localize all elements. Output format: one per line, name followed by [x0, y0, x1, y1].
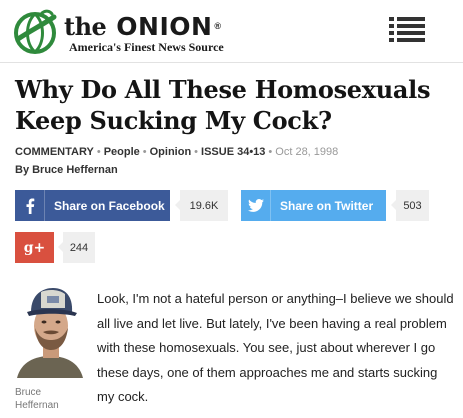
googleplus-share-count: 244 [58, 232, 95, 263]
meta-separator: • [194, 146, 199, 158]
facebook-share-count: 19.6K [175, 190, 228, 221]
hamburger-menu-icon[interactable] [389, 17, 425, 43]
google-plus-icon: g+ [24, 240, 46, 256]
meta-separator: • [96, 146, 101, 158]
registered-mark: ® [214, 21, 221, 31]
logo-word-the: the [64, 12, 107, 41]
category-link-opinion[interactable]: Opinion [150, 146, 192, 158]
share-twitter-label: Share on Twitter [280, 198, 374, 213]
logo-wordmark: the ONION ® [64, 9, 221, 44]
twitter-bird-icon [241, 190, 271, 221]
facebook-icon [15, 190, 45, 221]
article-meta: COMMENTARY • People • Opinion • ISSUE 34•13 • Oc… [15, 146, 338, 158]
logo-word-onion: ONION [116, 12, 213, 41]
author-name[interactable]: Bruce Heffernan [15, 386, 85, 412]
byline: By Bruce Heffernan [15, 164, 118, 176]
share-facebook-button[interactable]: Share on Facebook [15, 190, 170, 221]
issue-link[interactable]: ISSUE 34•13 [201, 146, 265, 158]
google-plus-label: g+ [23, 239, 46, 256]
article-title: Why Do All These Homosexuals Keep Suckin… [15, 75, 431, 135]
publish-date: Oct 28, 1998 [275, 146, 339, 158]
share-googleplus-button[interactable]: g+ [15, 232, 54, 263]
share-twitter-button[interactable]: Share on Twitter [241, 190, 386, 221]
twitter-share-count: 503 [391, 190, 429, 221]
onion-logo[interactable]: the ONION ® America's Finest News Source [12, 9, 242, 54]
share-facebook-label: Share on Facebook [54, 198, 165, 213]
article-body: Look, I'm not a hateful person or anythi… [97, 291, 454, 404]
meta-separator: • [268, 146, 273, 158]
header-divider [0, 62, 463, 63]
onion-globe-icon [14, 9, 57, 54]
section-link[interactable]: COMMENTARY [15, 146, 94, 158]
logo-tagline: America's Finest News Source [69, 40, 224, 54]
meta-separator: • [142, 146, 147, 158]
author-avatar [15, 282, 85, 378]
category-link-people[interactable]: People [104, 146, 140, 158]
